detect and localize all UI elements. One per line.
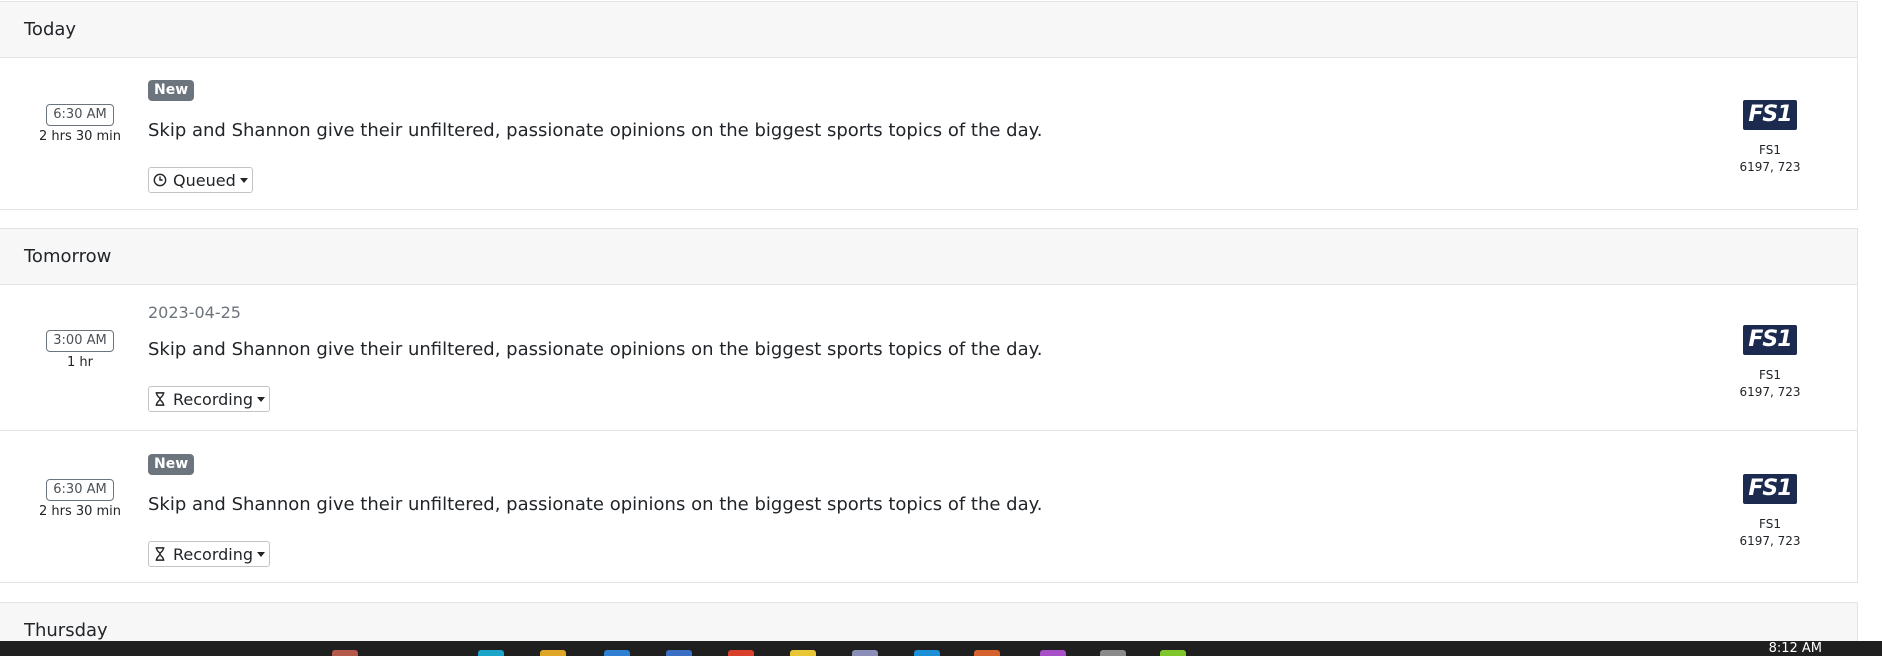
program-description: Skip and Shannon give their unfiltered, …	[148, 120, 1043, 141]
channel-logo: FS1	[1743, 325, 1797, 355]
start-time-badge: 3:00 AM	[46, 330, 114, 352]
status-dropdown-button[interactable]: Recording	[148, 386, 271, 412]
app-icon[interactable]	[974, 650, 1000, 656]
caret-down-icon	[257, 396, 266, 402]
app-icon[interactable]	[478, 650, 504, 656]
time-column: 3:00 AM 1 hr	[30, 329, 130, 370]
app-icon[interactable]	[1040, 650, 1066, 656]
duration-label: 1 hr	[67, 355, 93, 370]
program-row[interactable]: 6:30 AM 2 hrs 30 min New Skip and Shanno…	[0, 58, 1857, 209]
app-icon[interactable]	[332, 650, 358, 656]
program-details: 2023-04-25 Skip and Shannon give their u…	[148, 303, 1697, 412]
channel-name: FS1	[1759, 368, 1781, 382]
status-label: Queued	[173, 170, 236, 190]
app-icon[interactable]	[540, 650, 566, 656]
day-panel-tomorrow: Tomorrow 3:00 AM 1 hr 2023-04-25 Skip an…	[0, 228, 1858, 583]
status-label: Recording	[173, 544, 254, 564]
day-header: Tomorrow	[0, 229, 1857, 285]
channel-logo: FS1	[1743, 100, 1797, 130]
channel-logo: FS1	[1743, 474, 1797, 504]
app-icon[interactable]	[852, 650, 878, 656]
channel-name: FS1	[1759, 517, 1781, 531]
channel-info[interactable]: FS1 FS1 6197, 723	[1730, 325, 1810, 401]
status-dropdown-button[interactable]: Recording	[148, 541, 271, 567]
day-header: Today	[0, 2, 1857, 58]
channel-numbers: 6197, 723	[1739, 534, 1801, 548]
program-row[interactable]: 6:30 AM 2 hrs 30 min New Skip and Shanno…	[0, 431, 1857, 582]
channel-numbers: 6197, 723	[1739, 160, 1801, 174]
channel-info[interactable]: FS1 FS1 6197, 723	[1730, 100, 1810, 176]
time-column: 6:30 AM 2 hrs 30 min	[30, 103, 130, 144]
app-icon[interactable]	[728, 650, 754, 656]
new-badge: New	[148, 454, 195, 475]
channel-name: FS1	[1759, 143, 1781, 157]
app-icon[interactable]	[790, 650, 816, 656]
caret-down-icon	[257, 551, 266, 557]
status-label: Recording	[173, 389, 254, 409]
duration-label: 2 hrs 30 min	[38, 504, 122, 519]
new-badge: New	[148, 80, 195, 101]
guide-page: Today 6:30 AM 2 hrs 30 min New Skip and …	[0, 0, 1882, 656]
program-row[interactable]: 3:00 AM 1 hr 2023-04-25 Skip and Shannon…	[0, 285, 1857, 431]
program-description: Skip and Shannon give their unfiltered, …	[148, 494, 1043, 515]
program-description: Skip and Shannon give their unfiltered, …	[148, 339, 1043, 360]
program-details: New Skip and Shannon give their unfilter…	[148, 453, 1697, 567]
taskbar-clock[interactable]: 8:12 AM	[1769, 641, 1822, 656]
clock-icon	[153, 173, 167, 187]
channel-info[interactable]: FS1 FS1 6197, 723	[1730, 474, 1810, 550]
hourglass-icon	[155, 547, 165, 561]
channel-numbers: 6197, 723	[1739, 385, 1801, 399]
app-icon[interactable]	[914, 650, 940, 656]
status-dropdown-button[interactable]: Queued	[148, 167, 253, 193]
air-date: 2023-04-25	[148, 303, 241, 322]
start-time-badge: 6:30 AM	[46, 104, 114, 126]
program-details: New Skip and Shannon give their unfilter…	[148, 79, 1697, 193]
day-panel-today: Today 6:30 AM 2 hrs 30 min New Skip and …	[0, 1, 1858, 210]
caret-down-icon	[239, 177, 248, 183]
duration-label: 2 hrs 30 min	[38, 129, 122, 144]
app-icon[interactable]	[1160, 650, 1186, 656]
time-column: 6:30 AM 2 hrs 30 min	[30, 478, 130, 519]
hourglass-icon	[155, 392, 165, 406]
app-icon[interactable]	[666, 650, 692, 656]
app-icon[interactable]	[1100, 650, 1126, 656]
os-taskbar: 8:12 AM	[0, 641, 1882, 656]
app-icon[interactable]	[604, 650, 630, 656]
start-time-badge: 6:30 AM	[46, 479, 114, 501]
